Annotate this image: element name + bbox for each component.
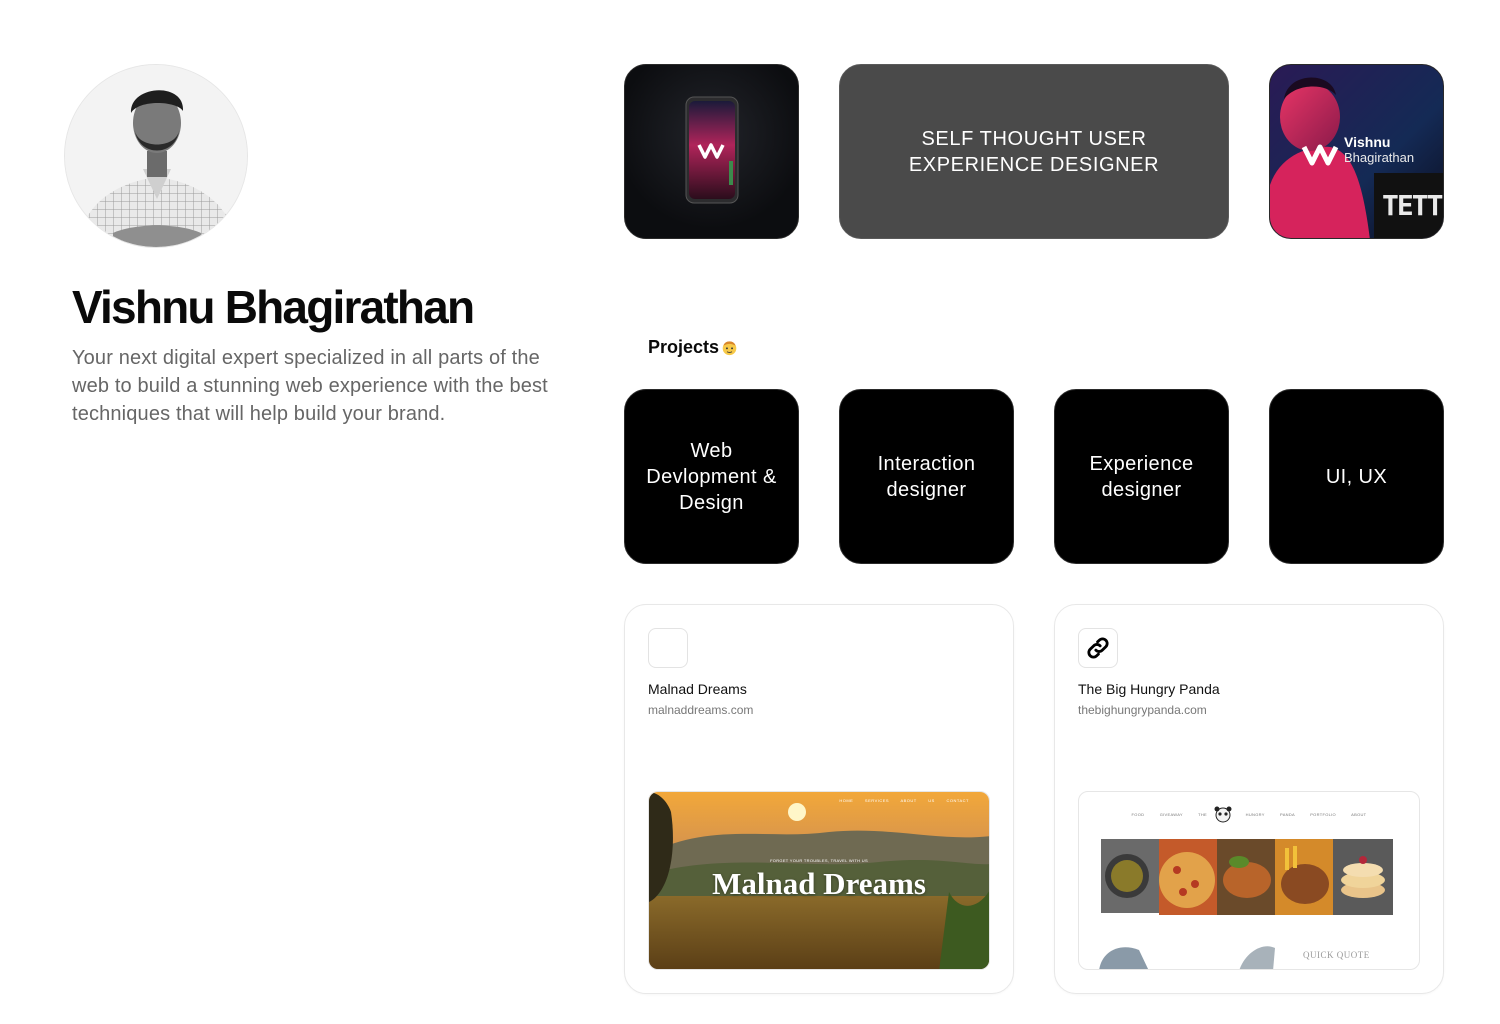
project-link-card-malnad-dreams[interactable]: Malnad Dreams malnaddreams.com HOME SERV… [624, 604, 1014, 994]
skill-label: UI, UX [1325, 465, 1388, 488]
phone-mockup-image [685, 96, 739, 204]
photo-caption-first: Vishnu [1344, 134, 1391, 150]
preview-quote: QUICK QUOTE [1303, 950, 1370, 960]
face-emoji-icon [722, 341, 737, 356]
website-preview-malnad: HOME SERVICES ABOUT US CONTACT FORGET YO… [648, 791, 990, 970]
projects-title: Projects [648, 337, 720, 357]
photo-caption: Vishnu Bhagirathan [1344, 134, 1415, 166]
skill-tile-experience-designer[interactable]: Experience designer [1054, 389, 1229, 564]
profile-photo-tile[interactable]: Vishnu Bhagirathan TETT [1269, 64, 1444, 239]
blank-favicon-icon [648, 628, 688, 668]
phone-mockup-tile[interactable] [624, 64, 799, 239]
food-gallery-image [1099, 806, 1393, 969]
project-link-card-big-hungry-panda[interactable]: The Big Hungry Panda thebighungrypanda.c… [1054, 604, 1444, 994]
tagline-text: SELF THOUGHT USER EXPERIENCE DESIGNER [908, 127, 1160, 176]
profile-name: Vishnu Bhagirathan [72, 281, 475, 333]
photo-stage-sign: TETT [1382, 189, 1443, 222]
skill-label: Experience designer [1089, 452, 1194, 501]
card-url[interactable]: thebighungrypanda.com [1078, 703, 1207, 717]
preview-nav: HOME SERVICES ABOUT US CONTACT [839, 798, 969, 803]
tagline-tile: SELF THOUGHT USER EXPERIENCE DESIGNER [839, 64, 1229, 239]
preview-heading: Malnad Dreams [712, 866, 926, 901]
link-icon [1078, 628, 1118, 668]
card-url[interactable]: malnaddreams.com [648, 703, 753, 717]
profile-avatar [64, 64, 248, 248]
photo-caption-last: Bhagirathan [1344, 150, 1415, 165]
skill-label: Web Devlopment & Design [646, 439, 777, 514]
card-title: The Big Hungry Panda [1078, 681, 1220, 697]
profile-bio: Your next digital expert specialized in … [72, 347, 548, 425]
projects-heading: Projects [648, 337, 738, 358]
skill-tile-interaction-designer[interactable]: Interaction designer [839, 389, 1014, 564]
skill-label: Interaction designer [877, 452, 976, 501]
skill-tile-web-development[interactable]: Web Devlopment & Design [624, 389, 799, 564]
card-title: Malnad Dreams [648, 681, 747, 697]
preview-subheading: FORGET YOUR TROUBLES, TRAVEL WITH US [770, 858, 868, 863]
skill-tile-ui-ux[interactable]: UI, UX [1269, 389, 1444, 564]
website-preview-panda: FOOD GIVEAWAY THE BIG HUNGRY PANDA PORTF… [1078, 791, 1420, 970]
